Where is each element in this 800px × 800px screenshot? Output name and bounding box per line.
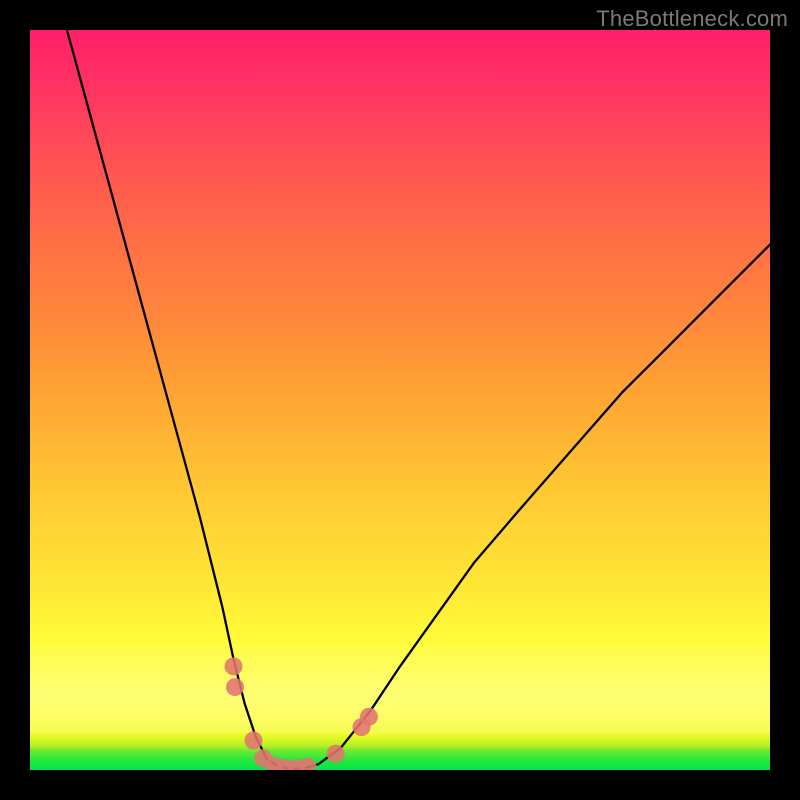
curve-marker (360, 708, 378, 726)
curve-marker (226, 678, 244, 696)
curve-marker (327, 745, 345, 763)
curve-marker (244, 731, 262, 749)
curve-marker (299, 758, 317, 770)
curve-marker (225, 657, 243, 675)
watermark-text: TheBottleneck.com (596, 6, 788, 32)
chart-frame (30, 30, 770, 770)
chart-curve-svg (30, 30, 770, 770)
bottleneck-curve-path (67, 30, 770, 769)
